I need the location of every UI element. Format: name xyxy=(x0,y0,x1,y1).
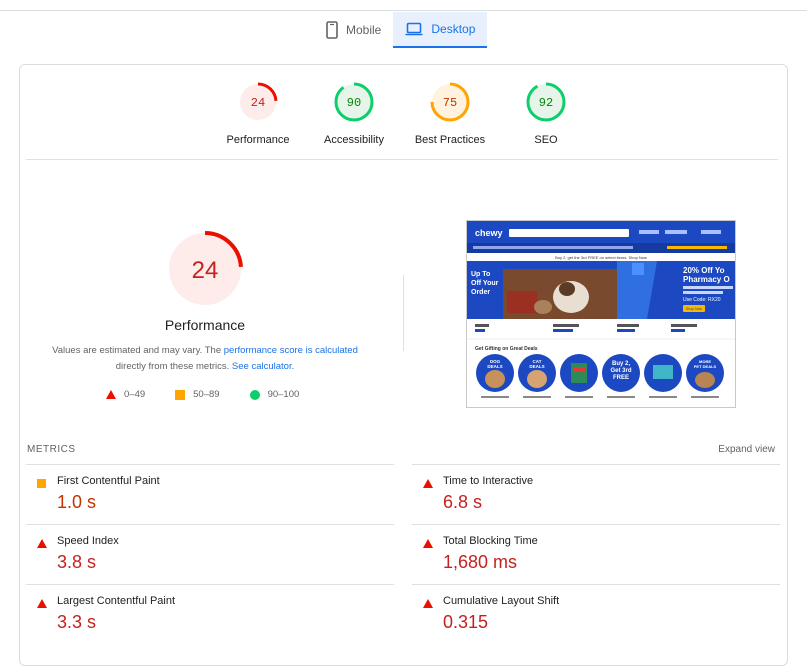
gauge-label: Best Practices xyxy=(414,134,486,146)
svg-text:DEALS: DEALS xyxy=(487,364,502,369)
metric-value: 3.8 s xyxy=(57,552,97,572)
screenshot-logo: chewy xyxy=(475,228,503,238)
performance-score-link[interactable]: performance score is calculated xyxy=(224,345,358,356)
gauge-label: SEO xyxy=(534,134,558,146)
score-note: Values are estimated and may vary. The p… xyxy=(40,343,370,375)
metric-label: Cumulative Layout Shift xyxy=(443,595,560,607)
svg-text:DEALS: DEALS xyxy=(529,364,544,369)
gauge-seo[interactable]: 92 SEO xyxy=(506,81,586,146)
screenshot-promo-line2: Pharmacy O xyxy=(683,275,730,284)
tab-mobile[interactable]: Mobile xyxy=(314,12,393,48)
performance-big-gauge: 24 xyxy=(167,231,243,307)
calculator-link[interactable]: See calculator. xyxy=(232,361,294,372)
gauge-score: 92 xyxy=(539,96,553,110)
gauge-score: 90 xyxy=(347,96,361,110)
metric-largest-contentful-paint: Largest Contentful Paint 3.3 s xyxy=(26,584,394,644)
svg-text:Off Your: Off Your xyxy=(471,280,499,287)
svg-text:Buy 2,: Buy 2, xyxy=(612,361,630,367)
metric-label: Total Blocking Time xyxy=(443,535,538,547)
svg-text:PET DEALS: PET DEALS xyxy=(694,364,717,369)
expand-view-button[interactable]: Expand view xyxy=(718,444,775,455)
triangle-icon xyxy=(37,539,47,548)
metrics-left-column: First Contentful Paint 1.0 s Speed Index… xyxy=(26,464,394,644)
triangle-icon xyxy=(423,479,433,488)
legend-average: 50–89 xyxy=(175,389,220,400)
square-icon xyxy=(175,389,186,400)
metric-value: 3.3 s xyxy=(57,612,97,632)
svg-text:Up To: Up To xyxy=(471,271,490,278)
screenshot-deals-title: Get Gifting on Great Deals xyxy=(475,346,538,352)
screenshot-promo-code: Use Code: RX20 xyxy=(683,297,721,303)
svg-text:Get 3rd: Get 3rd xyxy=(610,368,631,374)
legend-average-label: 50–89 xyxy=(193,389,220,400)
top-divider xyxy=(0,10,807,11)
gauge-score: 24 xyxy=(251,96,265,110)
metric-time-to-interactive: Time to Interactive 6.8 s xyxy=(412,464,780,524)
note-middle: directly from these metrics. xyxy=(115,361,232,372)
metrics-right-column: Time to Interactive 6.8 s Total Blocking… xyxy=(412,464,780,644)
triangle-icon xyxy=(106,390,116,399)
gauges-divider xyxy=(26,159,778,160)
gauge-score: 75 xyxy=(443,96,457,110)
metric-value: 0.315 xyxy=(443,612,489,632)
summary-divider xyxy=(403,275,404,351)
metric-value: 1,680 ms xyxy=(443,552,518,572)
triangle-icon xyxy=(37,599,47,608)
category-gauges: 24 Performance 90 Accessibility 75 Best … xyxy=(20,81,787,161)
metric-first-contentful-paint: First Contentful Paint 1.0 s xyxy=(26,464,394,524)
metric-value: 6.8 s xyxy=(443,492,483,512)
metric-label: Speed Index xyxy=(57,535,119,547)
tab-mobile-label: Mobile xyxy=(346,23,382,37)
screenshot-image: chewy Buy 2, get the 3rd FREE on select … xyxy=(467,221,735,398)
metric-label: Time to Interactive xyxy=(443,475,534,487)
report-card: 24 Performance 90 Accessibility 75 Best … xyxy=(19,64,788,666)
svg-text:Order: Order xyxy=(471,289,490,296)
performance-big-score: 24 xyxy=(192,257,219,284)
gauge-ring: 24 xyxy=(238,82,278,122)
triangle-icon xyxy=(423,599,433,608)
gauge-label: Performance xyxy=(226,134,290,146)
screenshot-promo-button: Shop Now xyxy=(686,307,703,311)
gauge-performance[interactable]: 24 Performance xyxy=(218,81,298,146)
legend-fail-label: 0–49 xyxy=(124,389,146,400)
triangle-icon xyxy=(423,539,433,548)
metric-value: 1.0 s xyxy=(57,492,97,512)
page-screenshot[interactable]: chewy Buy 2, get the 3rd FREE on select … xyxy=(466,220,736,408)
square-icon xyxy=(37,479,46,488)
metric-total-blocking-time: Total Blocking Time 1,680 ms xyxy=(412,524,780,584)
device-tabs: Mobile Desktop xyxy=(314,12,488,48)
screenshot-promo-line1: 20% Off Yo xyxy=(683,266,725,275)
circle-icon xyxy=(249,389,260,400)
gauge-ring: 75 xyxy=(430,82,470,122)
metrics-heading: METRICS xyxy=(27,444,76,455)
gauge-accessibility[interactable]: 90 Accessibility xyxy=(314,81,394,146)
gauge-ring: 92 xyxy=(526,82,566,122)
metric-label: Largest Contentful Paint xyxy=(57,595,176,607)
screenshot-banner: Buy 2, get the 3rd FREE on select items.… xyxy=(555,255,647,260)
gauge-label: Accessibility xyxy=(324,134,384,146)
metric-label: First Contentful Paint xyxy=(57,475,160,487)
tab-desktop-label: Desktop xyxy=(431,22,476,36)
svg-text:FREE: FREE xyxy=(613,375,629,381)
metric-cumulative-layout-shift: Cumulative Layout Shift 0.315 xyxy=(412,584,780,644)
legend-pass: 90–100 xyxy=(249,389,300,400)
phone-icon xyxy=(326,21,338,39)
gauge-ring: 90 xyxy=(334,82,374,122)
legend-fail: 0–49 xyxy=(106,389,145,400)
tab-desktop[interactable]: Desktop xyxy=(393,12,488,48)
note-prefix: Values are estimated and may vary. The xyxy=(52,345,224,356)
laptop-icon xyxy=(405,22,423,36)
performance-title: Performance xyxy=(164,317,246,333)
metric-speed-index: Speed Index 3.8 s xyxy=(26,524,394,584)
gauge-best-practices[interactable]: 75 Best Practices xyxy=(410,81,490,146)
legend-pass-label: 90–100 xyxy=(267,389,300,400)
score-legend: 0–49 50–89 90–100 xyxy=(106,389,299,400)
